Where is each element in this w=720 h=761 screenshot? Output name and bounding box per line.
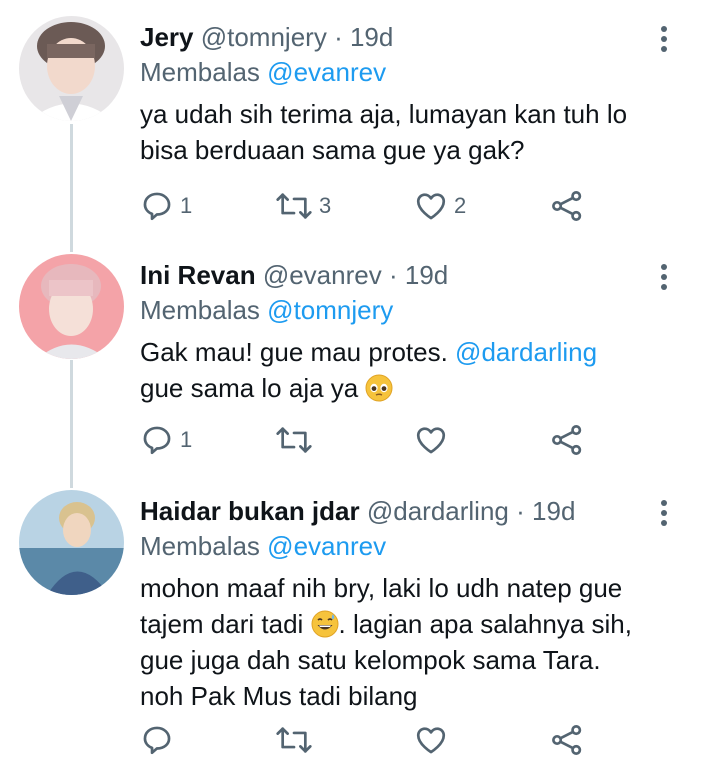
tweet-text: Gak mau! gue mau protes. @dardarling gue… bbox=[140, 334, 700, 406]
tweet-header: Jery @tomnjery · 19d bbox=[140, 22, 393, 53]
reply-mention[interactable]: @evanrev bbox=[267, 531, 386, 561]
replying-to: Membalas @evanrev bbox=[140, 57, 386, 88]
tweet[interactable]: Haidar bukan jdar @dardarling · 19d Memb… bbox=[0, 474, 720, 761]
like-button[interactable] bbox=[414, 720, 454, 760]
tweet[interactable]: Ini Revan @evanrev · 19d Membalas @tomnj… bbox=[0, 238, 720, 478]
tweet-text-line: ya udah sih terima aja, lumayan kan tuh … bbox=[140, 99, 628, 129]
timestamp[interactable]: 19d bbox=[405, 260, 448, 290]
replying-to: Membalas @evanrev bbox=[140, 531, 386, 562]
reply-prefix: Membalas bbox=[140, 531, 260, 561]
retweet-icon bbox=[276, 427, 312, 453]
replying-to: Membalas @tomnjery bbox=[140, 295, 393, 326]
reply-icon bbox=[143, 192, 171, 221]
reply-button[interactable] bbox=[140, 720, 180, 760]
reply-button[interactable]: 1 bbox=[140, 186, 192, 226]
action-bar: 1 bbox=[140, 420, 600, 460]
reply-prefix: Membalas bbox=[140, 57, 260, 87]
tweet-text-line: bisa berduaan sama gue ya gak? bbox=[140, 135, 525, 165]
more-icon[interactable] bbox=[654, 500, 674, 530]
avatar[interactable] bbox=[19, 254, 124, 359]
share-button[interactable] bbox=[550, 186, 584, 226]
display-name[interactable]: Haidar bukan jdar bbox=[140, 496, 360, 526]
grinning-sweat-emoji-icon bbox=[311, 610, 339, 638]
separator: · bbox=[388, 260, 398, 290]
action-bar: 1 3 2 bbox=[140, 186, 600, 226]
more-icon[interactable] bbox=[654, 26, 674, 56]
user-handle[interactable]: @dardarling bbox=[367, 496, 509, 526]
retweet-icon bbox=[276, 193, 312, 219]
share-icon bbox=[552, 191, 582, 221]
like-button[interactable] bbox=[414, 420, 454, 460]
tweet-text-part: Gak mau! gue mau protes. bbox=[140, 337, 456, 367]
reply-prefix: Membalas bbox=[140, 295, 260, 325]
reply-count: 1 bbox=[180, 193, 193, 218]
retweet-button[interactable]: 3 bbox=[275, 186, 331, 226]
tweet-text-line: noh Pak Mus tadi bilang bbox=[140, 681, 418, 711]
timestamp[interactable]: 19d bbox=[350, 22, 393, 52]
avatar[interactable] bbox=[19, 490, 124, 595]
pleading-face-emoji-icon bbox=[365, 374, 393, 402]
tweet-text-line: gue sama lo aja ya bbox=[140, 370, 700, 406]
tweet-text-line: mohon maaf nih bry, laki lo udh natep gu… bbox=[140, 573, 623, 603]
retweet-button[interactable] bbox=[275, 420, 319, 460]
tweet-text-part: . lagian apa salahnya sih, bbox=[338, 609, 632, 639]
timestamp[interactable]: 19d bbox=[532, 496, 575, 526]
share-button[interactable] bbox=[550, 720, 584, 760]
tweet-text-line: Gak mau! gue mau protes. @dardarling bbox=[140, 334, 700, 370]
reply-button[interactable]: 1 bbox=[140, 420, 192, 460]
tweet-text-line: gue juga dah satu kelompok sama Tara. bbox=[140, 645, 601, 675]
separator: · bbox=[516, 496, 525, 526]
tweet-text-part: gue sama lo aja ya bbox=[140, 373, 366, 403]
body-mention[interactable]: @dardarling bbox=[455, 337, 597, 367]
retweet-icon bbox=[276, 727, 312, 753]
tweet-text: mohon maaf nih bry, laki lo udh natep gu… bbox=[140, 570, 700, 714]
avatar[interactable] bbox=[19, 16, 124, 121]
tweet[interactable]: Jery @tomnjery · 19d Membalas @evanrev y… bbox=[0, 0, 720, 240]
tweet-header: Haidar bukan jdar @dardarling · 19d bbox=[140, 496, 575, 527]
reply-icon bbox=[143, 426, 171, 455]
like-count: 2 bbox=[454, 193, 467, 218]
retweet-count: 3 bbox=[319, 193, 332, 218]
reply-mention[interactable]: @evanrev bbox=[267, 57, 386, 87]
user-handle[interactable]: @tomnjery bbox=[201, 22, 327, 52]
tweet-text-part: tajem dari tadi bbox=[140, 609, 311, 639]
tweet-text: ya udah sih terima aja, lumayan kan tuh … bbox=[140, 96, 700, 168]
share-icon bbox=[552, 725, 582, 755]
like-icon bbox=[416, 727, 446, 754]
display-name[interactable]: Ini Revan bbox=[140, 260, 256, 290]
reply-icon bbox=[143, 726, 171, 755]
reply-count: 1 bbox=[180, 427, 193, 452]
action-bar bbox=[140, 720, 600, 760]
separator: · bbox=[334, 22, 343, 52]
tweet-text-line: tajem dari tadi . lagian apa salahnya si… bbox=[140, 606, 700, 642]
display-name[interactable]: Jery bbox=[140, 22, 194, 52]
reply-mention[interactable]: @tomnjery bbox=[267, 295, 393, 325]
like-icon bbox=[416, 193, 446, 220]
more-icon[interactable] bbox=[654, 264, 674, 294]
user-handle[interactable]: @evanrev bbox=[263, 260, 382, 290]
share-button[interactable] bbox=[550, 420, 584, 460]
retweet-button[interactable] bbox=[275, 720, 319, 760]
share-icon bbox=[552, 425, 582, 455]
tweet-header: Ini Revan @evanrev · 19d bbox=[140, 260, 448, 291]
like-icon bbox=[416, 427, 446, 454]
like-button[interactable]: 2 bbox=[414, 186, 466, 226]
